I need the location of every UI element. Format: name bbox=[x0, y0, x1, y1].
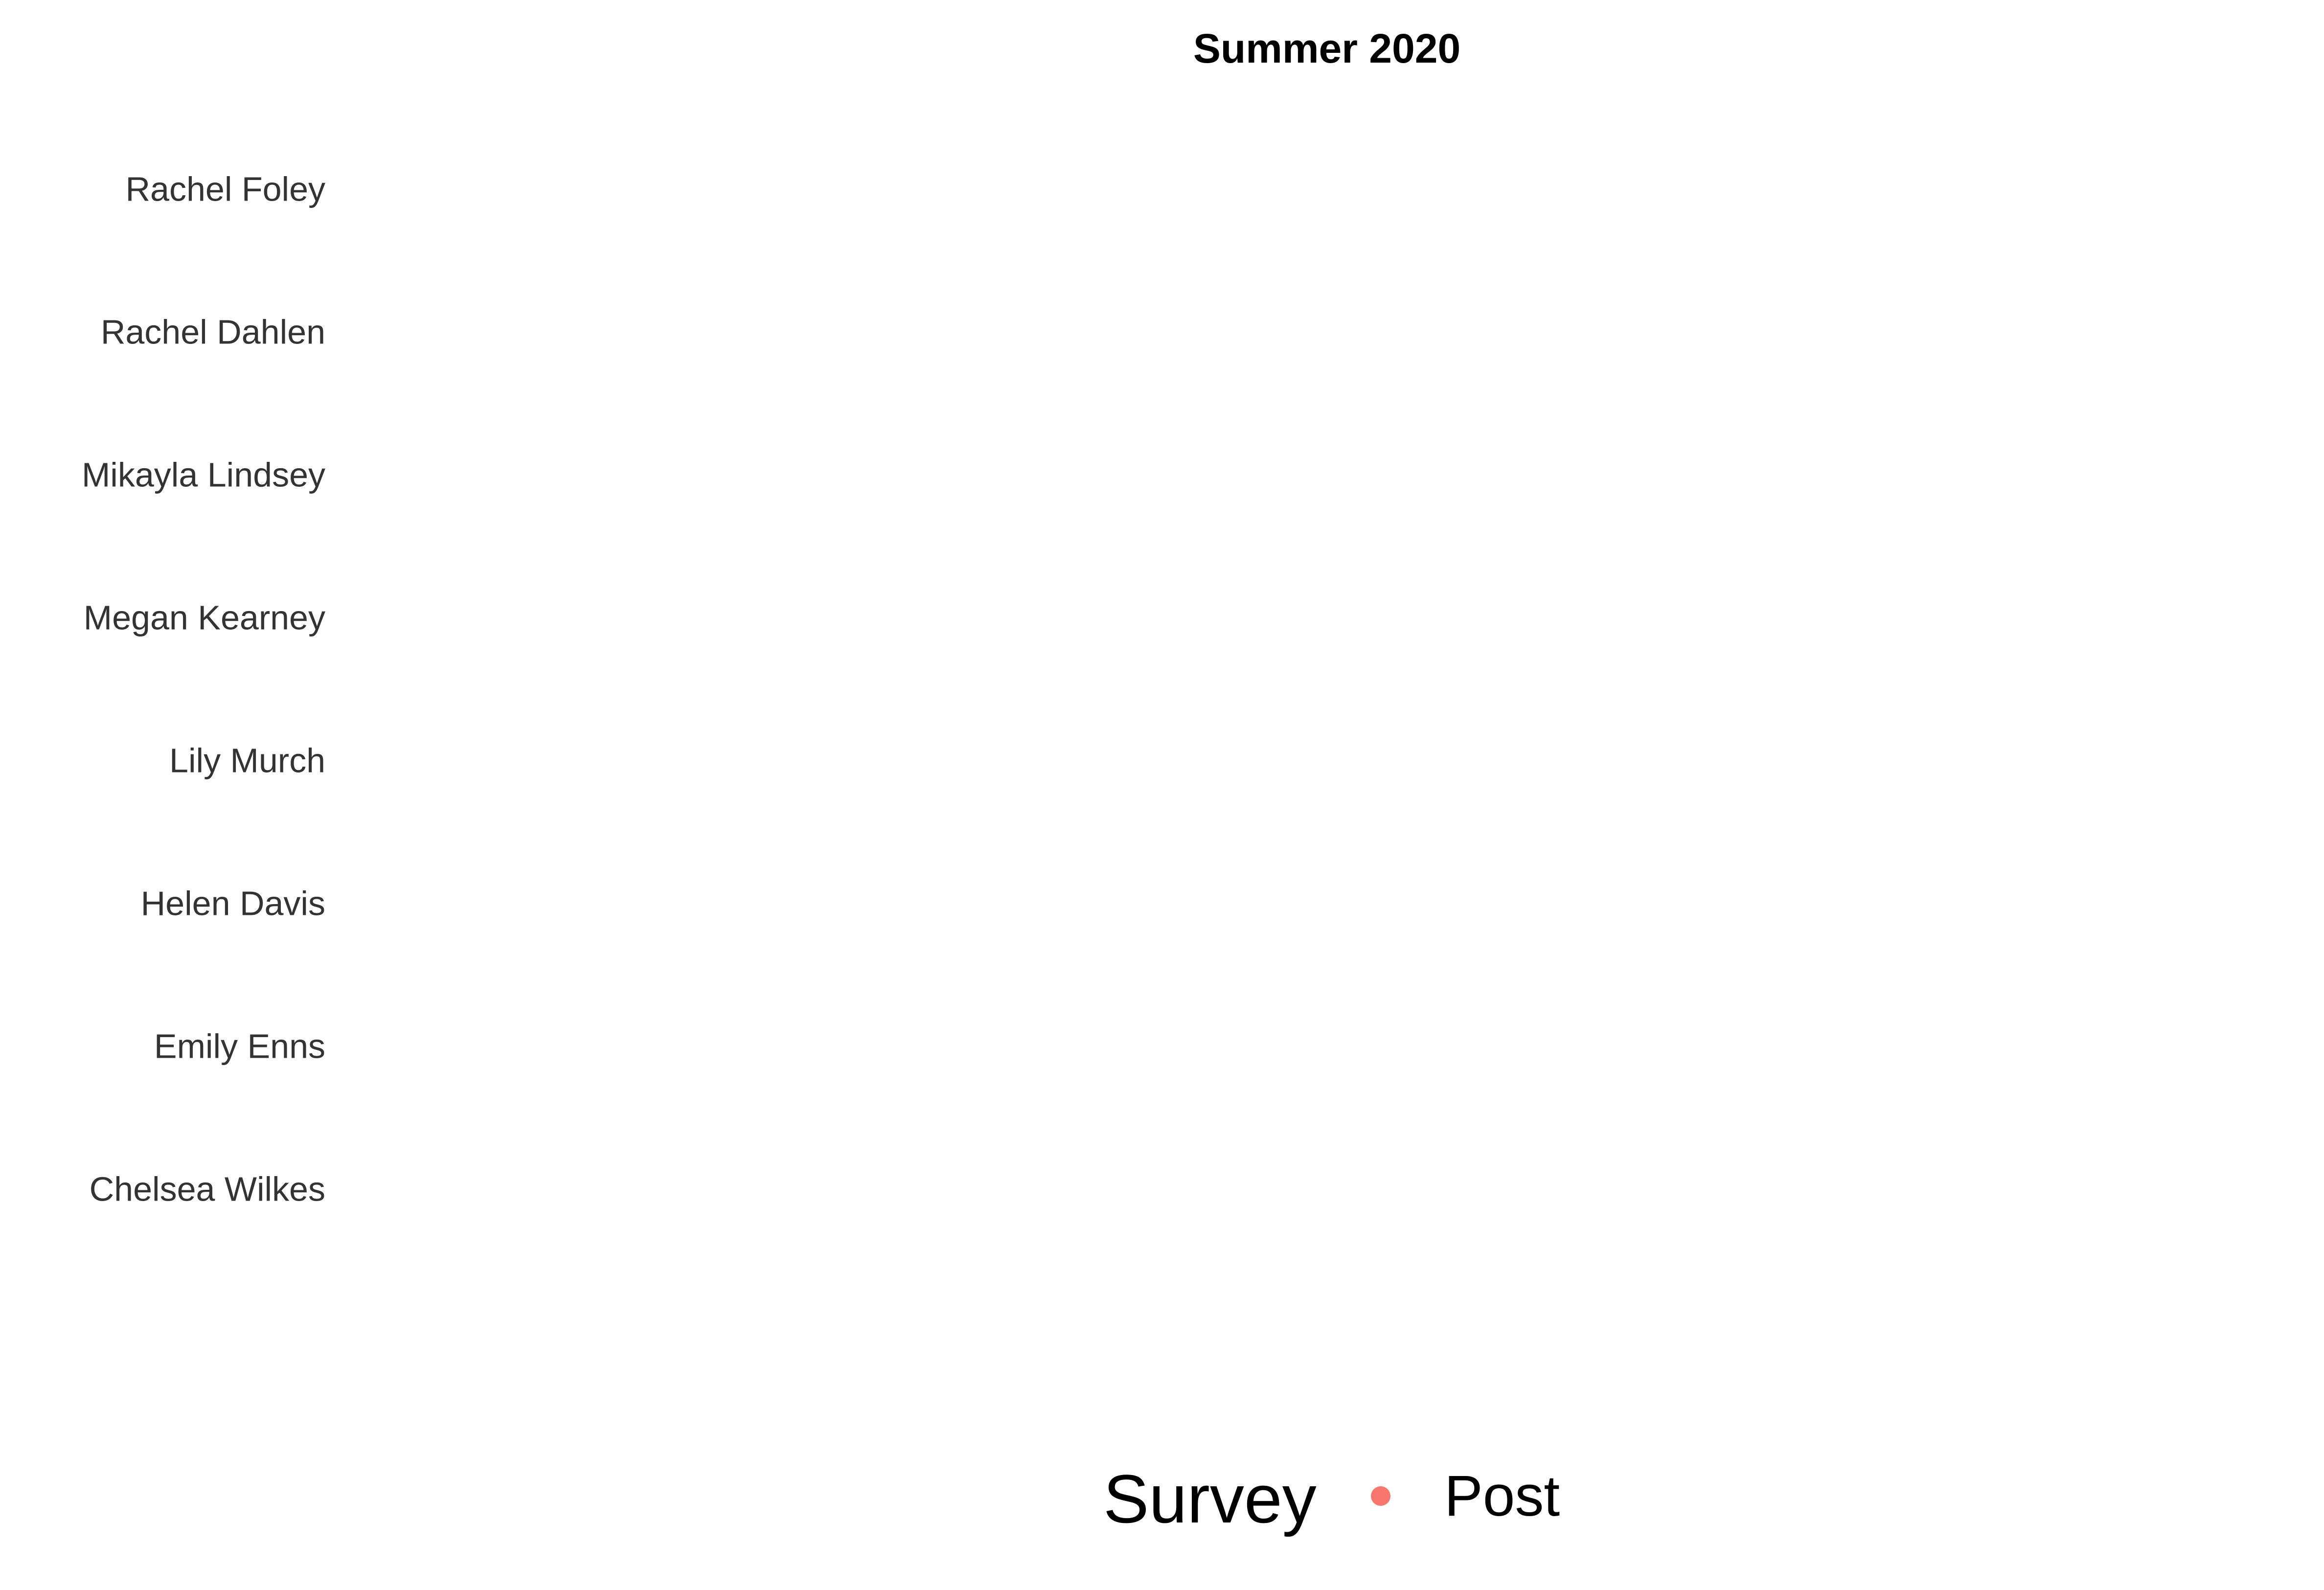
y-tick-label: Emily Enns bbox=[154, 1027, 325, 1065]
y-tick-label: Rachel Dahlen bbox=[101, 313, 325, 351]
y-tick-label: Megan Kearney bbox=[84, 598, 325, 636]
y-tick-label: Helen Davis bbox=[141, 884, 325, 922]
y-tick-label: Lily Murch bbox=[169, 741, 325, 779]
legend-label: Post bbox=[1444, 1464, 1560, 1528]
legend-marker-icon bbox=[1371, 1486, 1390, 1506]
y-axis: Rachel Foley Rachel Dahlen Mikayla Lindsey… bbox=[82, 170, 325, 1208]
y-tick-label: Chelsea Wilkes bbox=[90, 1170, 325, 1208]
chart-canvas: Summer 2020 Rachel Foley Rachel Dahlen Mik… bbox=[82, 25, 1560, 1537]
legend-items: Post bbox=[1371, 1464, 1560, 1528]
y-tick-label: Mikayla Lindsey bbox=[82, 455, 325, 494]
legend: Survey Post bbox=[1103, 1460, 1560, 1537]
legend-title: Survey bbox=[1103, 1460, 1317, 1537]
chart-title: Summer 2020 bbox=[1193, 25, 1460, 71]
y-tick-label: Rachel Foley bbox=[125, 170, 325, 208]
